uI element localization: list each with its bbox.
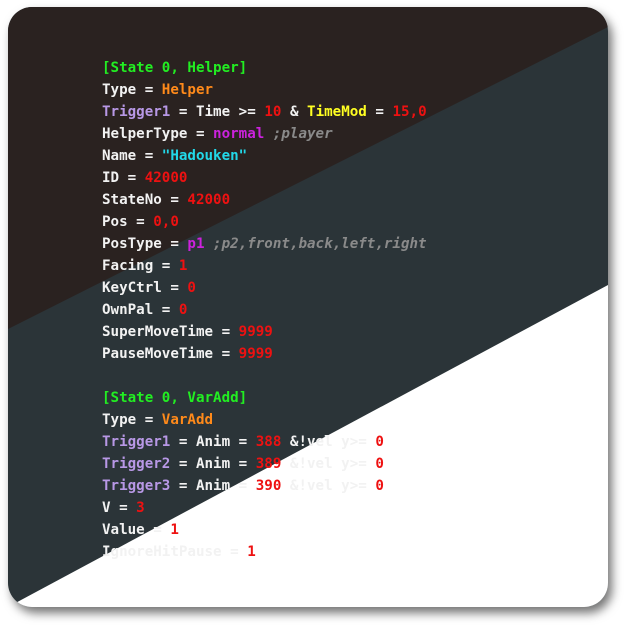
code-token-plain: StateNo = (102, 192, 188, 208)
code-line: Type = VarAdd (102, 409, 427, 431)
code-token-number: 0 (375, 478, 384, 494)
code-token-section: [State 0, Helper] (102, 60, 248, 76)
code-line: KeyCtrl = 0 (102, 277, 427, 299)
code-token-plain: = (136, 82, 162, 98)
code-token-number: 390 (255, 478, 282, 494)
code-token-number: 0 (375, 456, 384, 472)
code-token-plain: Name = (102, 148, 162, 164)
code-token-number: 389 (255, 456, 282, 472)
code-token-const: p1 (187, 236, 205, 252)
code-token-plain: Type = (102, 412, 162, 428)
code-token-param: Trigger3 (102, 478, 171, 494)
code-token-number: 388 (255, 434, 282, 450)
code-token-param: Trigger1 (102, 104, 171, 120)
code-line: PauseMoveTime = 9999 (102, 343, 427, 365)
code-token-plain: & (281, 104, 308, 120)
code-token-number: 0 (187, 280, 196, 296)
code-token-number: 9999 (238, 324, 273, 340)
code-token-number: 0 (178, 302, 188, 318)
code-line: Pos = 0,0 (102, 211, 427, 233)
code-token-plain: HelperType = (102, 126, 214, 142)
code-token-plain: Value = (102, 522, 171, 538)
code-token-number: 3 (136, 500, 145, 516)
code-token-plain: = Anim = (170, 434, 256, 450)
code-token-plain: = (366, 104, 393, 120)
code-token-number: 9999 (238, 346, 273, 362)
code-token-number: 1 (247, 544, 256, 560)
code-token-plain: SuperMoveTime = (102, 324, 239, 340)
code-token-plain: KeyCtrl = (102, 280, 188, 296)
code-line: HelperType = normal ;player (102, 123, 427, 145)
code-line: IgnoreHitPause = 1 (102, 541, 427, 563)
code-card: [State 0, Helper] Type = Helper Trigger1 =… (8, 7, 608, 607)
code-token-number: 42000 (144, 170, 188, 186)
code-line: Type = Helper (102, 79, 427, 101)
code-token-plain: = Anim = (170, 456, 256, 472)
code-token-number: 42000 (187, 192, 231, 208)
code-line: Trigger3 = Anim = 390 &!vel y>= 0 (102, 475, 427, 497)
code-line: SuperMoveTime = 9999 (102, 321, 427, 343)
code-token-trigger: TimeMod (307, 104, 367, 120)
code-token-plain: Facing = (102, 258, 179, 274)
code-line: Trigger1 = Time >= 10 & TimeMod = 15,0 (102, 101, 427, 123)
code-token-comment: ;p2,front,back,left,right (204, 236, 427, 252)
code-token-section: [State 0, VarAdd] (102, 390, 248, 406)
code-line: OwnPal = 0 (102, 299, 427, 321)
code-token-plain: OwnPal = (102, 302, 179, 318)
code-token-number: 15,0 (392, 104, 427, 120)
code-token-number: 1 (178, 258, 188, 274)
code-token-plain: PosType = (102, 236, 188, 252)
code-token-plain: ID = (102, 170, 145, 186)
code-token-const: normal (213, 126, 265, 142)
code-line: Facing = 1 (102, 255, 427, 277)
code-token-number: 1 (170, 522, 179, 538)
code-line: Name = "Hadouken" (102, 145, 427, 167)
code-token-comment: ;player (264, 126, 333, 142)
code-line: StateNo = 42000 (102, 189, 427, 211)
code-line: Trigger2 = Anim = 389 &!vel y>= 0 (102, 453, 427, 475)
code-line: [State 0, VarAdd] (102, 387, 427, 409)
code-line: Value = 1 (102, 519, 427, 541)
code-token-number: 0 (375, 434, 384, 450)
code-token-plain: = Time >= (170, 104, 265, 120)
code-line: V = 3 (102, 497, 427, 519)
code-line: ID = 42000 (102, 167, 427, 189)
code-token-plain: &!vel y>= (281, 478, 376, 494)
code-token-plain: &!vel y>= (281, 456, 376, 472)
code-token-plain: IgnoreHitPause = (102, 544, 248, 560)
code-token-number: 10 (264, 104, 282, 120)
code-token-plain: &!vel y>= (281, 434, 376, 450)
code-line: Trigger1 = Anim = 388 &!vel y>= 0 (102, 431, 427, 453)
code-token-plain: Type (102, 82, 137, 98)
code-token-number: 0,0 (153, 214, 179, 230)
code-token-plain: = Anim = (170, 478, 256, 494)
code-token-plain: V = (102, 500, 137, 516)
code-token-string: "Hadouken" (161, 148, 248, 164)
code-line: PosType = p1 ;p2,front,back,left,right (102, 233, 427, 255)
code-listing: [State 0, Helper] Type = Helper Trigger1 =… (102, 57, 427, 563)
code-token-plain: PauseMoveTime = (102, 346, 239, 362)
code-token-plain: Pos = (102, 214, 154, 230)
code-token-param: Trigger1 (102, 434, 171, 450)
code-token-keyword: Helper (161, 82, 214, 98)
code-line: [State 0, Helper] (102, 57, 427, 79)
code-token-keyword: VarAdd (161, 412, 214, 428)
code-token-param: Trigger2 (102, 456, 171, 472)
